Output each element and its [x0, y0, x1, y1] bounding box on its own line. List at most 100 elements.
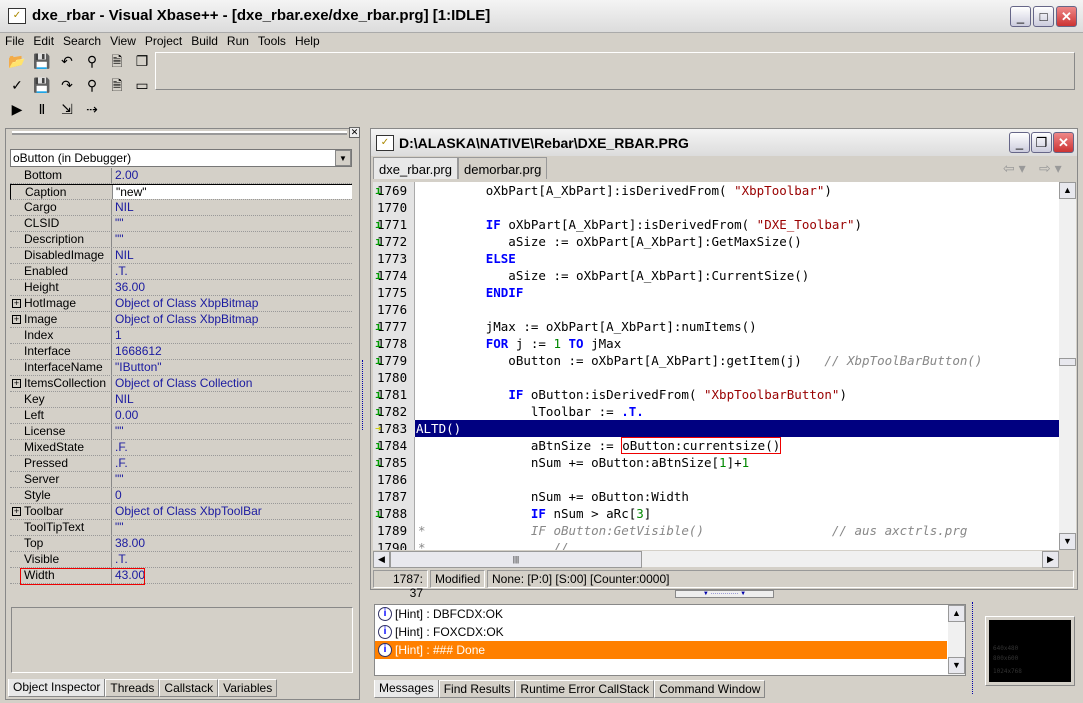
hscroll-thumb[interactable]: ||| [390, 551, 642, 568]
code-line[interactable]: 1770 [373, 199, 1059, 216]
property-value[interactable]: 38.00 [112, 536, 145, 551]
property-value[interactable]: "" [112, 472, 124, 487]
scroll-up-icon[interactable]: ▲ [1059, 182, 1076, 199]
current-line-arrow-icon[interactable]: ➔ [375, 420, 382, 437]
property-row[interactable]: DisabledImage NIL [10, 248, 352, 264]
breakpoint-marker-icon[interactable]: ı [375, 386, 382, 403]
code-line[interactable]: 1777 ı jMax := oXbPart[A_XbPart]:numItems… [373, 318, 1059, 335]
property-value[interactable]: NIL [112, 248, 134, 263]
new-file-icon[interactable]: 🗎 [107, 51, 127, 71]
property-row[interactable]: Width 43.00 [10, 568, 352, 585]
property-row[interactable]: Enabled .T. [10, 264, 352, 280]
vertical-scrollbar[interactable]: ▲ ▼ [1059, 182, 1076, 550]
pause-icon[interactable]: Ⅱ [32, 99, 52, 119]
expand-icon[interactable]: + [12, 299, 21, 308]
property-row[interactable]: Bottom 2.00 [10, 168, 352, 184]
code-line[interactable]: 1783 ➔ ALTD() [373, 420, 1059, 437]
property-row[interactable]: License "" [10, 424, 352, 440]
breakpoint-marker-icon[interactable]: ı [375, 233, 382, 250]
code-line[interactable]: 1772 ı aSize := oXbPart[A_XbPart]:GetMaxS… [373, 233, 1059, 250]
run-stop-icon[interactable]: ▶ [7, 99, 27, 119]
breakpoint-marker-icon[interactable]: ı [375, 318, 382, 335]
property-row[interactable]: Server "" [10, 472, 352, 488]
property-value[interactable]: .T. [112, 264, 128, 279]
editor-close-button[interactable]: ✕ [1053, 132, 1074, 153]
tab-object-inspector[interactable]: Object Inspector [8, 679, 106, 697]
property-value[interactable]: "" [112, 232, 124, 247]
vertical-splitter[interactable] [362, 360, 368, 430]
maximize-button[interactable]: □ [1033, 6, 1054, 27]
tab-command-window[interactable]: Command Window [654, 680, 766, 698]
property-value[interactable]: 36.00 [112, 280, 145, 295]
file-tab-demorbar[interactable]: demorbar.prg [458, 157, 548, 179]
undo-icon[interactable]: ↶ [57, 51, 77, 71]
property-row[interactable]: ToolTipText "" [10, 520, 352, 536]
file-tab-dxe-rbar[interactable]: dxe_rbar.prg [373, 157, 458, 179]
redo-icon[interactable]: ↷ [57, 75, 77, 95]
property-row[interactable]: + HotImage Object of Class XbpBitmap [10, 296, 352, 312]
menu-view[interactable]: View [110, 34, 136, 48]
tab-runtime-error-callstack[interactable]: Runtime Error CallStack [515, 680, 655, 698]
property-row[interactable]: Key NIL [10, 392, 352, 408]
find-icon[interactable]: ⚲ [82, 51, 102, 71]
minimize-button[interactable]: _ [1010, 6, 1031, 27]
property-value[interactable]: "" [112, 520, 124, 535]
panel-grip[interactable] [12, 131, 347, 135]
breakpoint-marker-icon[interactable]: ı [375, 403, 382, 420]
code-line[interactable]: 1773 ELSE [373, 250, 1059, 267]
breakpoint-marker-icon[interactable]: ı [375, 216, 382, 233]
breakpoint-marker-icon[interactable]: ı [375, 437, 382, 454]
property-row[interactable]: Height 36.00 [10, 280, 352, 296]
expand-icon[interactable]: + [12, 315, 21, 324]
property-row[interactable]: Top 38.00 [10, 536, 352, 552]
code-line[interactable]: 1771 ı IF oXbPart[A_XbPart]:isDerivedFrom… [373, 216, 1059, 233]
property-value[interactable]: Object of Class XbpBitmap [112, 296, 258, 311]
property-value[interactable]: .T. [112, 552, 128, 567]
property-row[interactable]: InterfaceName "IButton" [10, 360, 352, 376]
breakpoint-marker-icon[interactable]: ı [375, 335, 382, 352]
code-area[interactable]: 1769 ı oXbPart[A_XbPart]:isDerivedFrom( "… [373, 182, 1059, 550]
property-value[interactable]: "" [112, 216, 124, 231]
open-folder-icon[interactable]: 📂 [7, 51, 27, 71]
tab-threads[interactable]: Threads [105, 679, 160, 697]
menu-search[interactable]: Search [63, 34, 101, 48]
code-line[interactable]: 1784 ı aBtnSize := oButton:currentsize() [373, 437, 1059, 454]
property-value[interactable]: 0 [112, 488, 122, 503]
menu-edit[interactable]: Edit [33, 34, 54, 48]
property-value[interactable]: Object of Class XbpBitmap [112, 312, 258, 327]
tab-variables[interactable]: Variables [218, 679, 278, 697]
property-value[interactable]: NIL [112, 392, 134, 407]
property-value[interactable]: 0.00 [112, 408, 138, 423]
code-line[interactable]: 1779 ı oButton := oXbPart[A_XbPart]:getIt… [373, 352, 1059, 369]
property-row[interactable]: Visible .T. [10, 552, 352, 568]
step-into-icon[interactable]: ⇲ [57, 99, 77, 119]
code-line[interactable]: 1785 ı nSum += oButton:aBtnSize[1]+1 [373, 454, 1059, 471]
property-value[interactable]: "" [112, 424, 124, 439]
menu-project[interactable]: Project [145, 34, 182, 48]
property-row[interactable]: + Toolbar Object of Class XbpToolBar [10, 504, 352, 520]
code-line[interactable]: 1786 [373, 471, 1059, 488]
menu-tools[interactable]: Tools [258, 34, 286, 48]
code-line[interactable]: 1788 ı IF nSum > aRc[3] [373, 505, 1059, 522]
horizontal-scrollbar[interactable]: ◀ ||| ▶ [373, 551, 1059, 568]
code-line[interactable]: 1769 ı oXbPart[A_XbPart]:isDerivedFrom( "… [373, 182, 1059, 199]
build-icon[interactable]: ✓ [7, 75, 27, 95]
property-row[interactable]: Style 0 [10, 488, 352, 504]
scroll-up-icon[interactable]: ▲ [948, 605, 965, 622]
code-line[interactable]: 1774 ı aSize := oXbPart[A_XbPart]:Current… [373, 267, 1059, 284]
breakpoint-marker-icon[interactable]: ı [375, 454, 382, 471]
property-row[interactable]: Left 0.00 [10, 408, 352, 424]
property-value[interactable]: 2.00 [112, 168, 138, 183]
code-line[interactable]: 1790 * // [373, 539, 1059, 550]
property-row[interactable]: Pressed .F. [10, 456, 352, 472]
scroll-down-icon[interactable]: ▼ [1059, 533, 1076, 550]
code-line[interactable]: 1776 [373, 301, 1059, 318]
breakpoint-marker-icon[interactable]: ı [375, 505, 382, 522]
property-value[interactable]: 1668612 [112, 344, 162, 359]
code-line[interactable]: 1775 ENDIF [373, 284, 1059, 301]
step-over-icon[interactable]: ⇢ [82, 99, 102, 119]
expand-icon[interactable]: + [12, 507, 21, 516]
property-value[interactable]: Object of Class XbpToolBar [112, 504, 262, 519]
horizontal-splitter[interactable]: ▼ ·············· ▼ [675, 590, 774, 598]
editor-restore-button[interactable]: ❐ [1031, 132, 1052, 153]
